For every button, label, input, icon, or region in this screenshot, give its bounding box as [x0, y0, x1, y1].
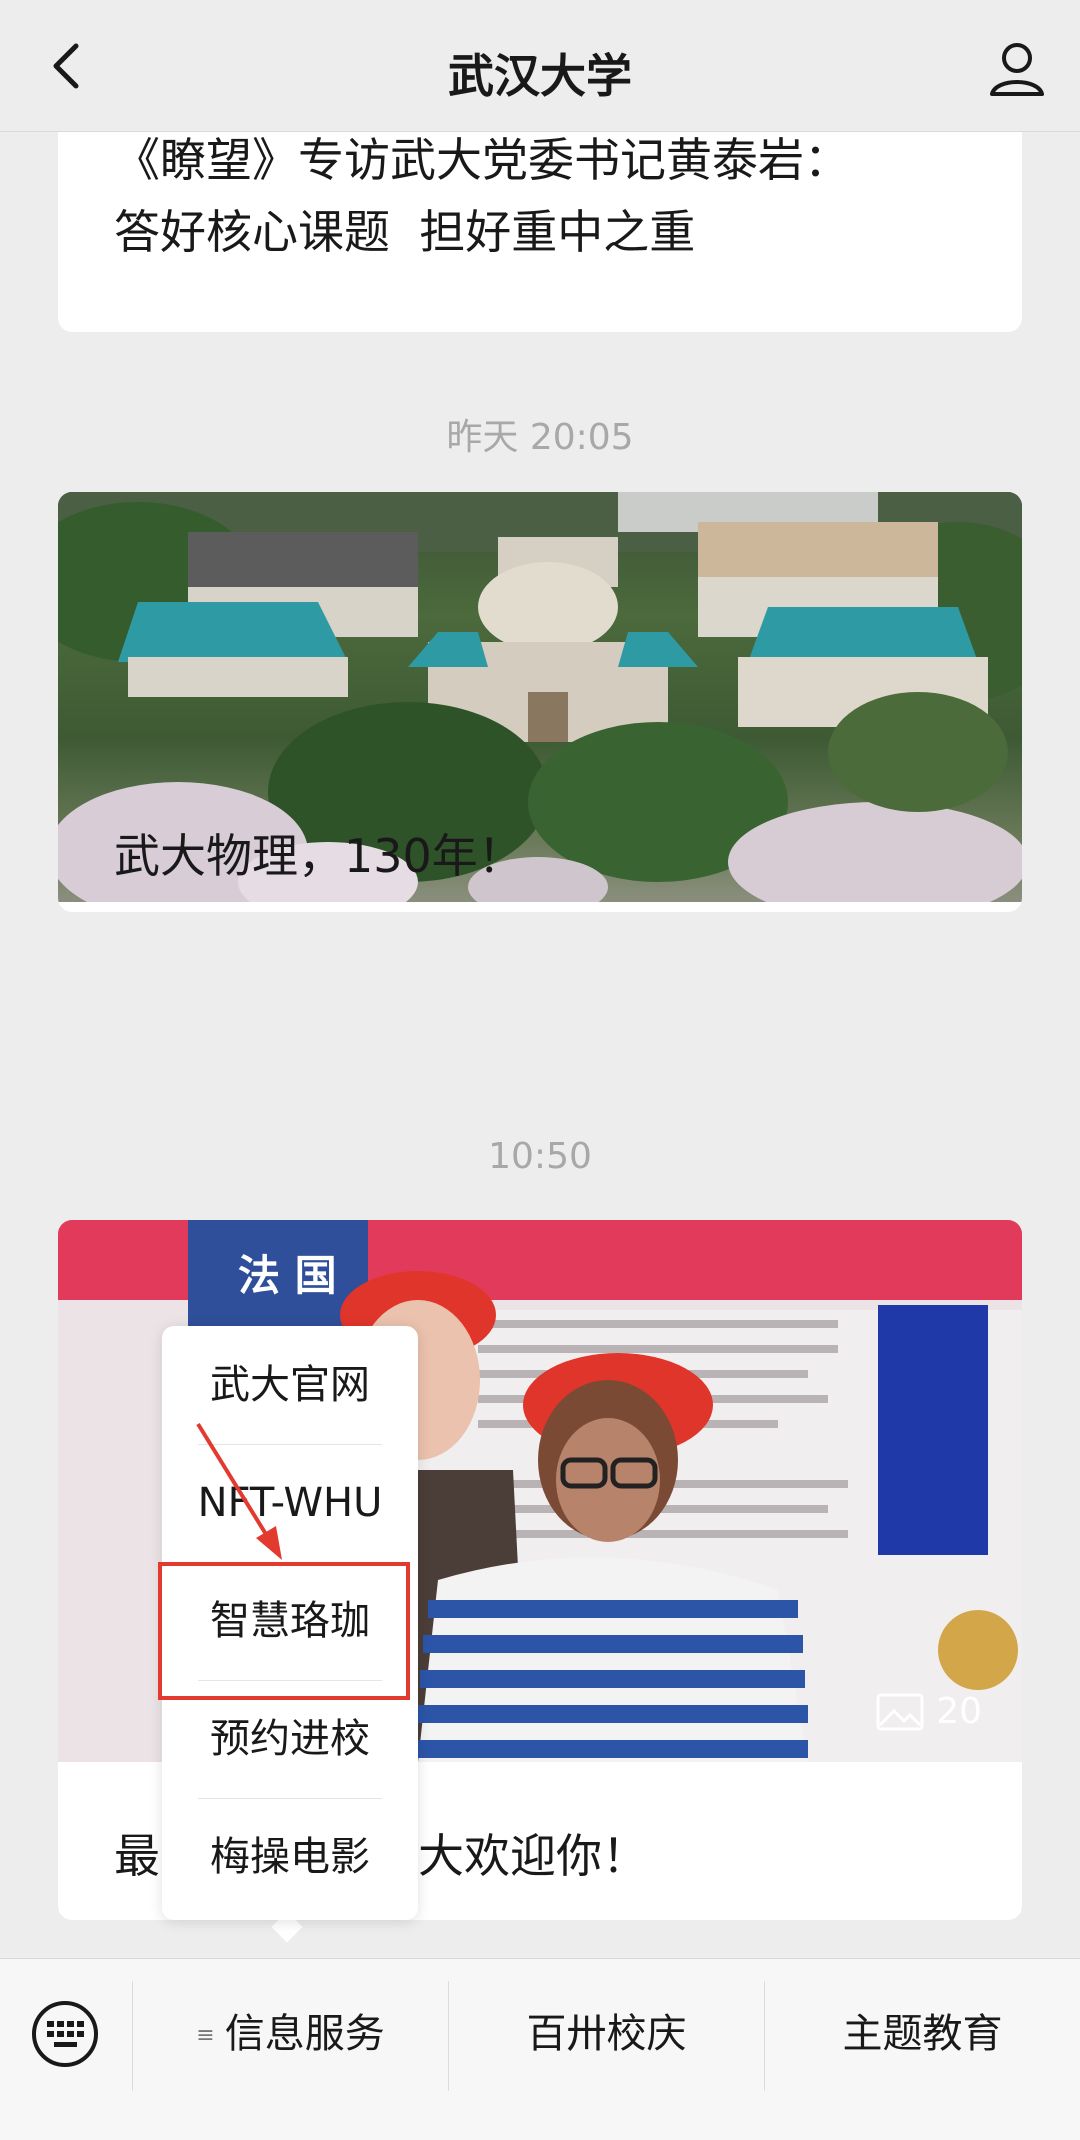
timestamp: 10:50: [488, 1136, 592, 1177]
photo-sign: 法 国: [238, 1251, 337, 1300]
timestamp: 昨天 20:05: [446, 417, 634, 458]
submenu-indicator-icon: ≡: [196, 2023, 215, 2048]
page-title: 武汉大学: [448, 49, 632, 103]
keyboard-icon: [32, 2001, 98, 2067]
image-count-badge: 20: [876, 1691, 982, 1732]
article-card-physics[interactable]: 武大物理，130年！: [58, 492, 1022, 912]
article-title: 武大物理，130年！: [114, 829, 524, 883]
top-bar: 武汉大学: [0, 0, 1080, 132]
bottom-menu-bar: ≡ 信息服务 百卅校庆 主题教育: [0, 1958, 1080, 2140]
menu-theme-education[interactable]: 主题教育: [765, 1959, 1080, 2109]
user-icon: [990, 43, 1044, 96]
article-title-start: 最: [114, 1829, 160, 1883]
article-card-top[interactable]: 《瞭望》专访武大党委书记黄泰岩： 答好核心课题 担好重中之重: [58, 132, 1022, 332]
menu-anniversary[interactable]: 百卅校庆: [449, 1959, 764, 2109]
article-title-end: 大欢迎你！: [418, 1829, 648, 1883]
article-headline: 《瞭望》专访武大党委书记黄泰岩： 答好核心课题 担好重中之重: [114, 133, 850, 259]
profile-button[interactable]: [984, 36, 1050, 102]
image-icon: [876, 1693, 924, 1730]
keyboard-toggle-button[interactable]: [30, 1999, 100, 2069]
annotation-arrow-icon: [196, 1422, 282, 1560]
menu-info-services[interactable]: ≡ 信息服务: [133, 1959, 448, 2109]
menu-item-meicao-movie[interactable]: 梅操电影: [162, 1798, 418, 1916]
annotation-highlight-box: [158, 1562, 410, 1700]
